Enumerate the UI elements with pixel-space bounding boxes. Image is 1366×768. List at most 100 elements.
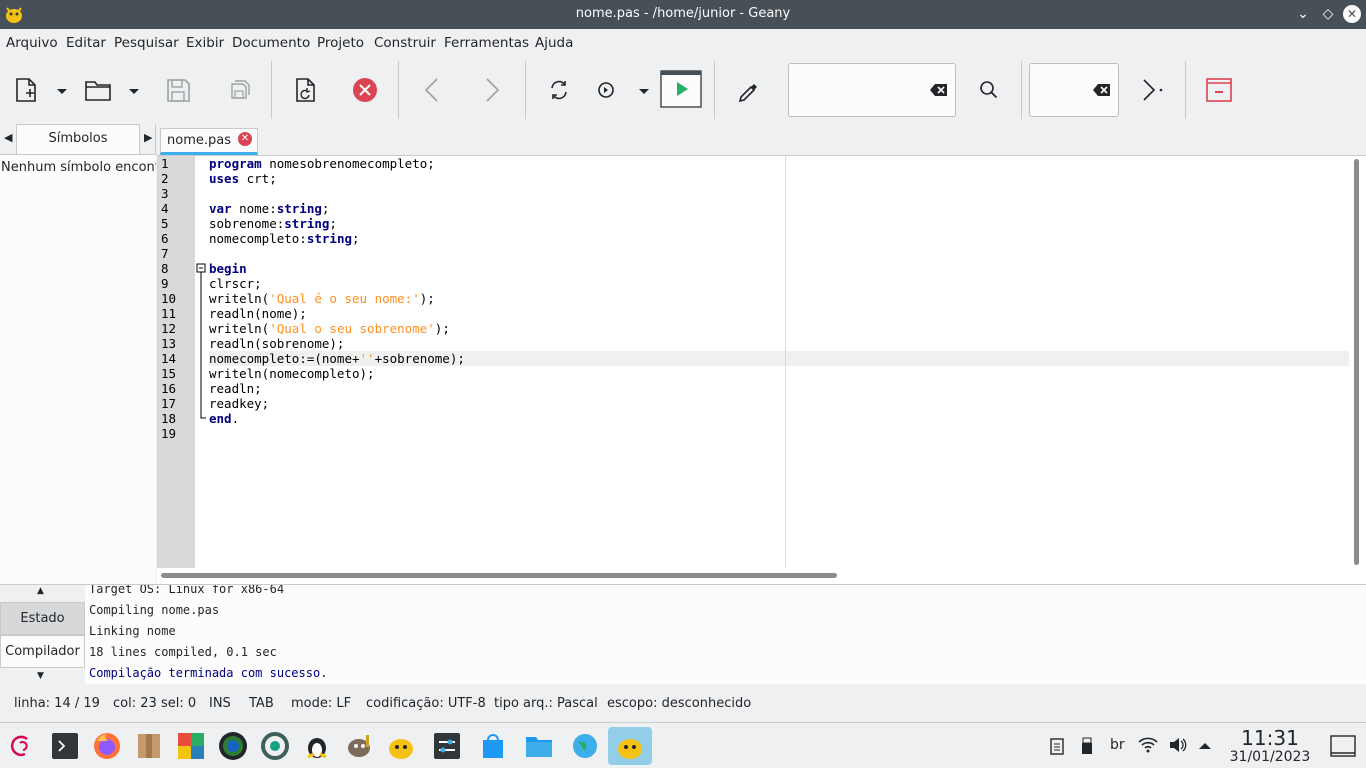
tray-expand-icon[interactable] [1198, 739, 1212, 753]
menu-projeto[interactable]: Projeto [317, 35, 364, 51]
linux-tux-icon[interactable] [302, 731, 332, 761]
line-number[interactable]: 16 [161, 381, 176, 396]
network-globe-icon[interactable] [570, 731, 600, 761]
line-number[interactable]: 4 [161, 201, 169, 216]
compile-button[interactable] [543, 74, 575, 106]
terminal-icon[interactable] [50, 731, 80, 761]
clipboard-icon[interactable] [1050, 737, 1064, 755]
horizontal-scrollbar[interactable] [161, 573, 837, 578]
file-manager-icon[interactable] [524, 731, 554, 761]
goto-line-input[interactable] [1029, 63, 1119, 117]
software-store-icon[interactable] [478, 731, 508, 761]
quit-button[interactable] [1203, 74, 1235, 106]
code-line[interactable]: readkey; [209, 396, 269, 411]
volume-icon[interactable] [1169, 737, 1187, 753]
tab-scroll-right-icon[interactable]: ▶ [144, 131, 152, 144]
settings-icon[interactable] [432, 731, 462, 761]
code-line[interactable]: writeln('Qual é o seu nome:'); [209, 291, 435, 306]
archive-manager-icon[interactable] [134, 731, 164, 761]
line-number[interactable]: 5 [161, 216, 169, 231]
tab-nome-pas[interactable]: nome.pas ✕ [160, 128, 258, 155]
line-number[interactable]: 15 [161, 366, 176, 381]
clear-search-icon[interactable] [930, 83, 948, 97]
code-line[interactable]: nomecompleto:=(nome+''+sobrenome); [209, 351, 465, 366]
code-line[interactable]: program nomesobrenomecompleto; [209, 156, 435, 171]
line-number[interactable]: 2 [161, 171, 169, 186]
line-number[interactable]: 14 [161, 351, 176, 366]
find-button[interactable] [973, 74, 1005, 106]
new-file-dropdown[interactable] [46, 74, 67, 106]
line-number[interactable]: 12 [161, 321, 176, 336]
compiler-output[interactable]: Target OS: Linux for x86-64 Compiling no… [85, 585, 1366, 685]
maximize-button[interactable]: ◇ [1319, 5, 1337, 23]
keyboard-layout-indicator[interactable]: br [1110, 737, 1125, 753]
build-dropdown[interactable] [628, 74, 649, 106]
line-number[interactable]: 1 [161, 156, 169, 171]
menu-documento[interactable]: Documento [232, 35, 310, 51]
line-number[interactable]: 9 [161, 276, 169, 291]
color-chooser-button[interactable] [732, 74, 764, 106]
code-line[interactable]: readln(sobrenome); [209, 336, 344, 351]
firefox-icon[interactable] [92, 731, 122, 761]
code-line[interactable]: uses crt; [209, 171, 277, 186]
code-line[interactable]: begin [209, 261, 247, 276]
show-desktop-icon[interactable] [1330, 735, 1356, 757]
code-editor[interactable]: 1 2 3 4 5 6 7 8 9 10 11 12 13 14 15 16 17 18 19 program no… [157, 155, 1366, 584]
code-line[interactable]: end. [209, 411, 239, 426]
code-line[interactable]: writeln(nomecompleto); [209, 366, 375, 381]
code-line[interactable]: var nome:string; [209, 201, 329, 216]
debian-menu-icon[interactable] [8, 731, 38, 761]
run-button[interactable] [660, 70, 702, 108]
navigate-forward-button[interactable] [476, 74, 508, 106]
tab-scroll-left-icon[interactable]: ◀ [4, 131, 12, 144]
vertical-scrollbar-thumb[interactable] [1354, 159, 1359, 565]
menu-exibir[interactable]: Exibir [186, 35, 224, 51]
line-number[interactable]: 10 [161, 291, 176, 306]
line-number[interactable]: 8 [161, 261, 169, 276]
line-number[interactable]: 18 [161, 411, 176, 426]
close-window-button[interactable]: ✕ [1343, 5, 1361, 23]
close-tab-icon[interactable]: ✕ [238, 132, 252, 146]
save-all-button[interactable] [222, 74, 254, 106]
menu-editar[interactable]: Editar [66, 35, 106, 51]
update-manager-icon[interactable] [260, 731, 290, 761]
goto-line-button[interactable] [1136, 74, 1168, 106]
close-file-button[interactable] [349, 74, 381, 106]
geany-launcher-icon[interactable] [386, 731, 416, 761]
code-line[interactable]: nomecompleto:string; [209, 231, 360, 246]
code-text-area[interactable]: program nomesobrenomecompleto; uses crt; v… [209, 156, 1349, 568]
line-number[interactable]: 17 [161, 396, 176, 411]
line-number[interactable]: 6 [161, 231, 169, 246]
menu-ajuda[interactable]: Ajuda [535, 35, 573, 51]
compiler-success-line[interactable]: Compilação terminada com sucesso. [89, 666, 327, 680]
code-line[interactable]: readln; [209, 381, 262, 396]
clock[interactable]: 11:31 31/01/2023 [1224, 727, 1316, 766]
menu-ferramentas[interactable]: Ferramentas [444, 35, 529, 51]
scroll-down-icon[interactable]: ▼ [37, 671, 44, 681]
scroll-up-icon[interactable]: ▲ [37, 586, 44, 596]
new-file-button[interactable] [10, 74, 42, 106]
open-file-button[interactable] [82, 74, 114, 106]
line-number[interactable]: 3 [161, 186, 169, 201]
menu-construir[interactable]: Construir [374, 35, 436, 51]
code-line[interactable]: clrscr; [209, 276, 262, 291]
geany-task-active[interactable] [608, 727, 652, 765]
line-number[interactable]: 19 [161, 426, 176, 441]
line-number[interactable]: 13 [161, 336, 176, 351]
globe-app-icon[interactable] [218, 731, 248, 761]
revert-button[interactable] [289, 74, 321, 106]
menu-pesquisar[interactable]: Pesquisar [114, 35, 179, 51]
code-line[interactable]: sobrenome:string; [209, 216, 337, 231]
tab-compilador[interactable]: Compilador [0, 635, 85, 668]
open-file-dropdown[interactable] [118, 74, 139, 106]
build-button[interactable] [590, 74, 622, 106]
code-line[interactable]: readln(nome); [209, 306, 307, 321]
gimp-icon[interactable] [344, 731, 374, 761]
save-button[interactable] [162, 74, 194, 106]
search-input[interactable] [788, 63, 956, 117]
line-number[interactable]: 7 [161, 246, 169, 261]
code-line[interactable]: writeln('Qual o seu sobrenome'); [209, 321, 450, 336]
removable-device-icon[interactable] [1081, 737, 1093, 755]
menu-arquivo[interactable]: Arquivo [6, 35, 58, 51]
navigate-back-button[interactable] [416, 74, 448, 106]
